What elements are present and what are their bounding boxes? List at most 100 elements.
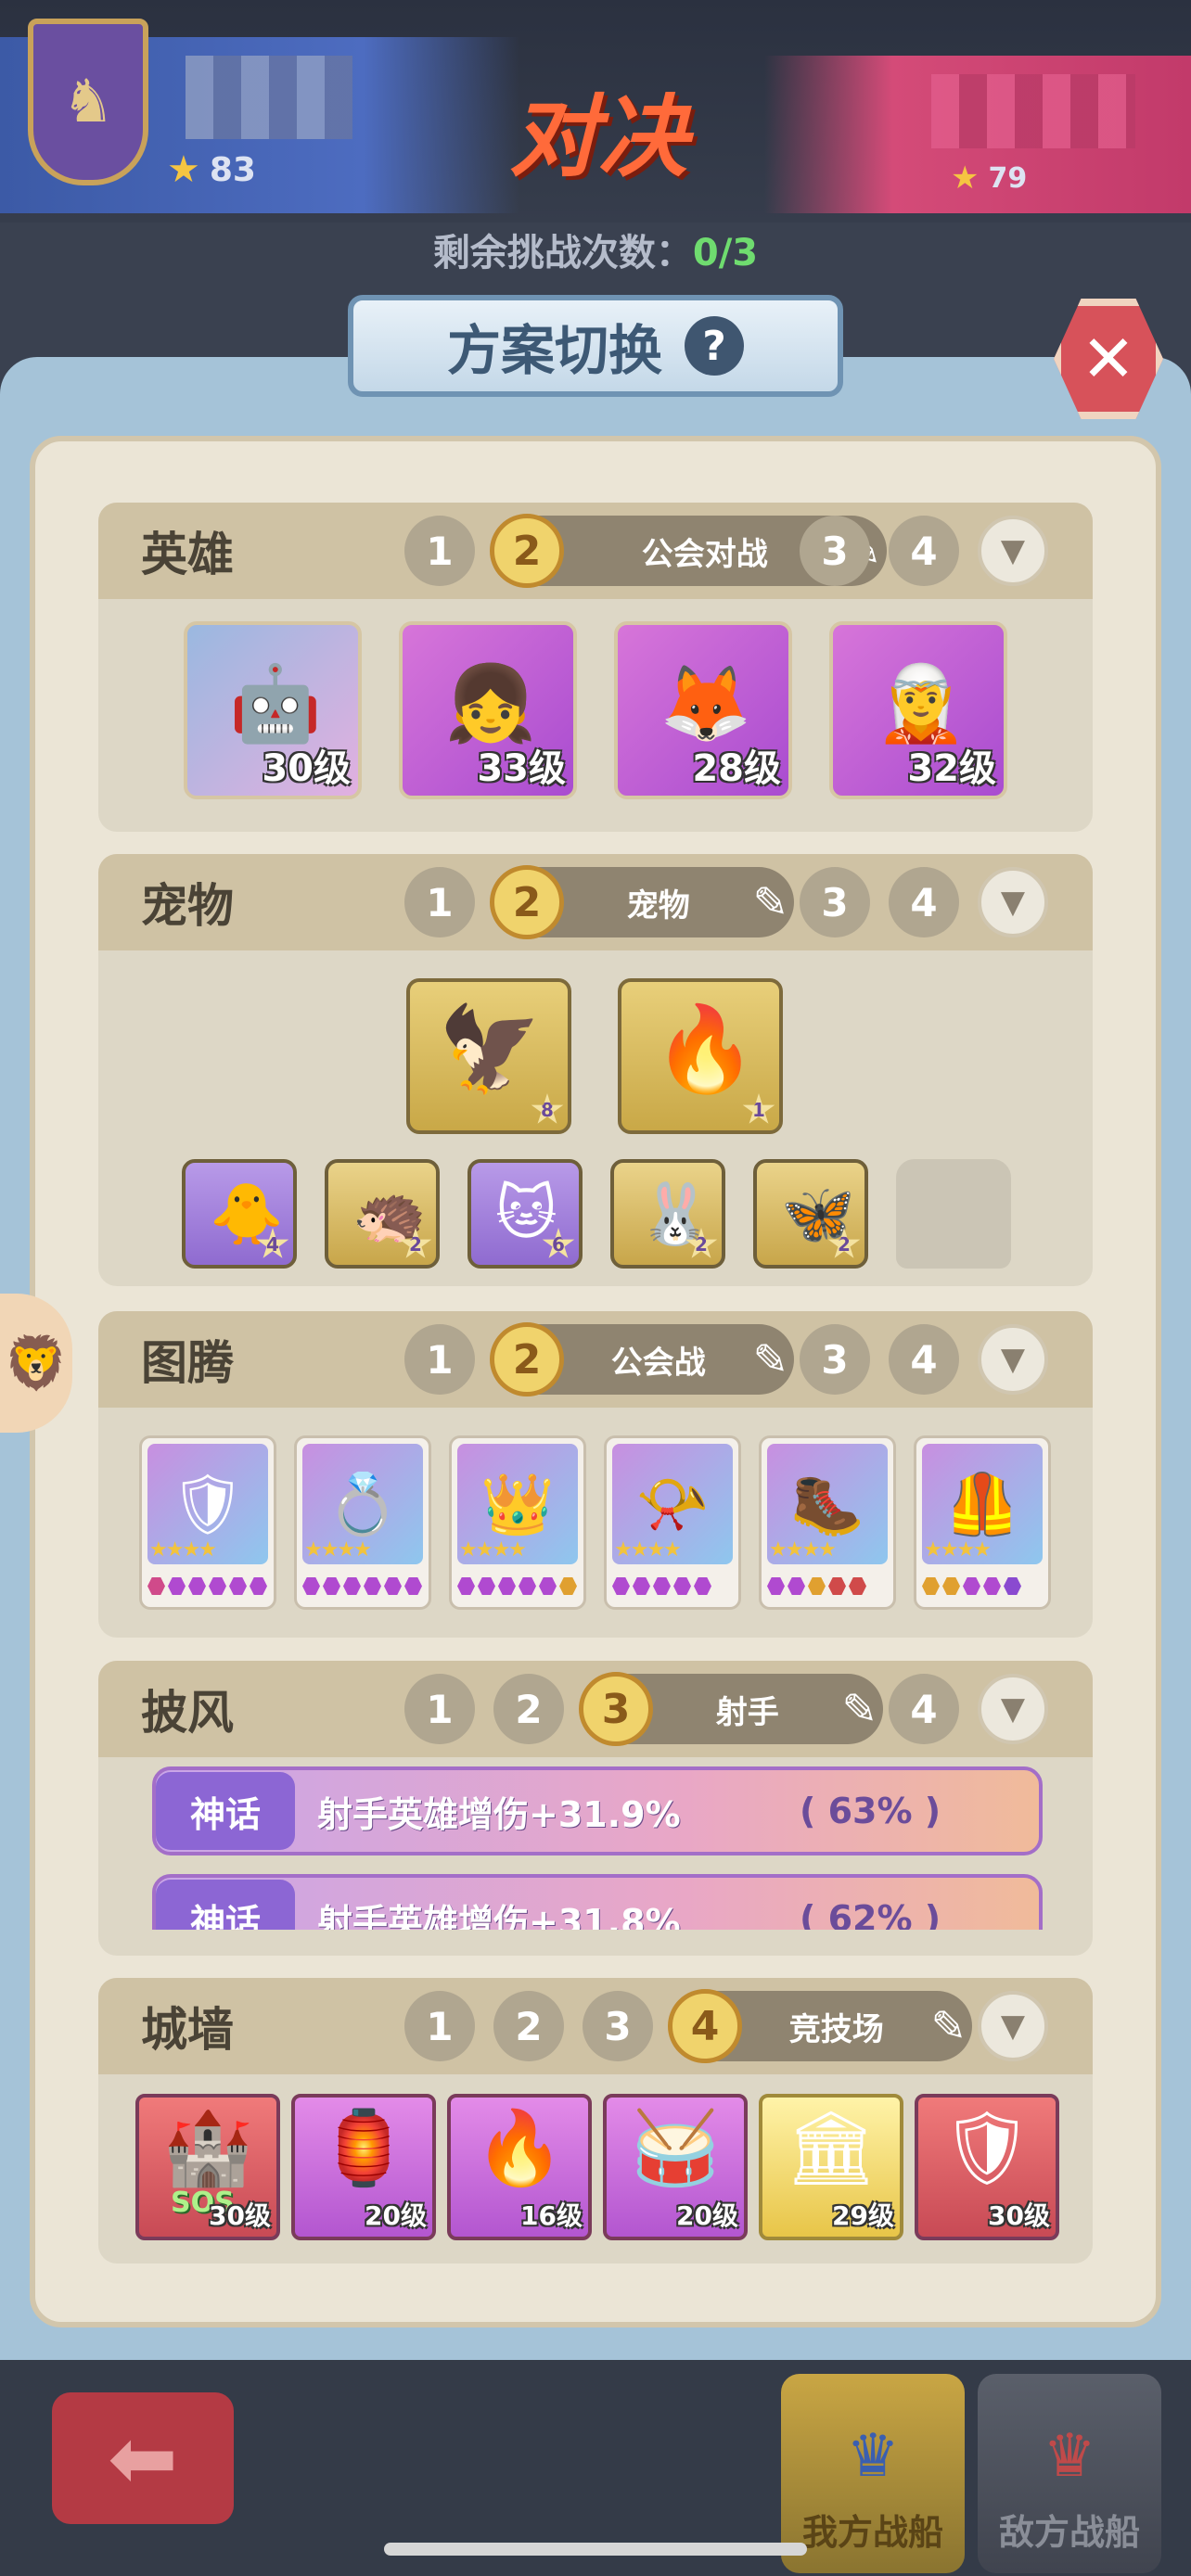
plan-1-button[interactable]: 1	[404, 1324, 475, 1395]
modal-title-tab: 方案切换 ?	[348, 295, 843, 397]
hero-section-header: 英雄 1 2 公会对战 ✎ 3 4 ▼	[98, 503, 1093, 599]
plan-1-button[interactable]: 1	[404, 1991, 475, 2061]
enemy-score: ★ 79	[951, 159, 1028, 197]
pet-small-card[interactable]: 🐥 4	[182, 1159, 297, 1269]
chevron-down-icon[interactable]: ▼	[978, 1991, 1048, 2061]
totem-card[interactable]: 🦺 ★★★★	[914, 1435, 1051, 1610]
modal-title: 方案切换	[446, 319, 662, 382]
plan-2-button[interactable]: 2	[493, 1674, 564, 1744]
drum-icon: 🥁	[630, 2107, 721, 2190]
star-icon: ★	[951, 159, 980, 197]
plan-4-selected[interactable]: 4 竞技场 ✎	[668, 1989, 972, 2063]
section-title: 披风	[141, 1686, 234, 1740]
chevron-down-icon[interactable]: ▼	[978, 1324, 1048, 1395]
plan-3-button[interactable]: 3	[800, 867, 870, 937]
cape-effect: 射手英雄增伤+31.9%	[317, 1793, 681, 1835]
cape-row[interactable]: 神话 射手英雄增伤+31.8% ( 62% )	[152, 1874, 1043, 1930]
feather-icon[interactable]: ✎	[752, 877, 788, 927]
hero-card[interactable]: 🦊 28级	[614, 621, 792, 799]
hero-card[interactable]: 🧝 32级	[829, 621, 1007, 799]
plan-2-selected[interactable]: 2 宠物 ✎	[490, 865, 794, 939]
feather-icon[interactable]: ✎	[752, 1334, 788, 1384]
enemy-ship-button[interactable]: ♛ 敌方战船	[978, 2374, 1161, 2573]
back-arrow-icon[interactable]: ⬅	[52, 2392, 234, 2524]
pet-card[interactable]: 🦅 8	[406, 978, 571, 1134]
eagle-pet-icon: 🦅	[438, 1001, 543, 1098]
wall-section-header: 城墙 1 2 3 4 竞技场 ✎ ▼	[98, 1978, 1093, 2074]
star-icon: ★★★★	[304, 1538, 372, 1562]
plan-2-selected[interactable]: 2 公会战 ✎	[490, 1322, 794, 1396]
section-title: 城墙	[141, 2003, 234, 2057]
wall-card[interactable]: 🏮 20级	[291, 2094, 436, 2240]
totem-card[interactable]: 👑 ★★★★	[449, 1435, 586, 1610]
plan-3-button[interactable]: 3	[800, 516, 870, 586]
wall-card[interactable]: 🏛 29级	[759, 2094, 903, 2240]
pet-card[interactable]: 🔥 1	[618, 978, 783, 1134]
totem-card[interactable]: 🥾 ★★★★	[759, 1435, 896, 1610]
plan-4-button[interactable]: 4	[889, 1674, 959, 1744]
plan-4-button[interactable]: 4	[889, 516, 959, 586]
plan-3-selected[interactable]: 3 射手 ✎	[579, 1672, 883, 1746]
vs-logo: 对决	[509, 85, 687, 189]
pet-small-card[interactable]: 🦔 2	[325, 1159, 440, 1269]
home-indicator[interactable]	[384, 2543, 807, 2556]
cape-section: 披风 1 2 3 射手 ✎ 4 ▼ 神话 射手英雄增伤+31.9% ( 63% …	[98, 1661, 1093, 1956]
player-name-blurred	[186, 56, 352, 139]
plan-1-button[interactable]: 1	[404, 516, 475, 586]
plan-4-button[interactable]: 4	[889, 1324, 959, 1395]
totem-card[interactable]: 📯 ★★★★	[604, 1435, 741, 1610]
portal-icon: 🏛	[785, 2107, 877, 2190]
star-icon: ★★★★	[924, 1538, 992, 1562]
top-bar: ♞ ★ 83 ★ 79 对决	[0, 0, 1191, 223]
chevron-down-icon[interactable]: ▼	[978, 516, 1048, 586]
hero-card[interactable]: 🤖 30级	[184, 621, 362, 799]
remaining-challenges: 剩余挑战次数：0/3	[432, 232, 759, 274]
plan-4-button[interactable]: 4	[889, 867, 959, 937]
pet-small-card[interactable]: 🐰 2	[610, 1159, 725, 1269]
pet-small-card[interactable]: 🐱 6	[467, 1159, 583, 1269]
star-icon: ★★★★	[614, 1538, 682, 1562]
section-title: 宠物	[141, 879, 234, 933]
plan-1-button[interactable]: 1	[404, 867, 475, 937]
totem-card[interactable]: 🛡 ★★★★	[139, 1435, 276, 1610]
fire-altar-icon: 🔥	[474, 2107, 565, 2190]
rarity-tag: 神话	[156, 1880, 295, 1930]
totem-section-header: 图腾 1 2 公会战 ✎ 3 4 ▼	[98, 1311, 1093, 1408]
gate-icon: 🏰	[162, 2107, 253, 2190]
totem-card[interactable]: 💍 ★★★★	[294, 1435, 431, 1610]
pet-icon: 🐱	[495, 1180, 557, 1248]
cape-row[interactable]: 神话 射手英雄增伤+31.9% ( 63% )	[152, 1766, 1043, 1855]
pet-small-card[interactable]: 🦋 2	[753, 1159, 868, 1269]
wall-card[interactable]: 🛡 30级	[915, 2094, 1059, 2240]
guild-emblem-icon: ♞	[28, 19, 148, 185]
wall-card[interactable]: 🔥 16级	[447, 2094, 592, 2240]
my-ship-button[interactable]: ♛ 我方战船	[781, 2374, 965, 2573]
wall-card[interactable]: 🏰 SOS 30级	[135, 2094, 280, 2240]
cape-list[interactable]: 神话 射手英雄增伤+31.9% ( 63% ) 神话 射手英雄增伤+31.8% …	[98, 1757, 1093, 1930]
rarity-tag: 神话	[156, 1772, 295, 1850]
cape-section-header: 披风 1 2 3 射手 ✎ 4 ▼	[98, 1661, 1093, 1757]
plan-2-button[interactable]: 2	[493, 1991, 564, 2061]
crown-icon: ♛	[846, 2422, 900, 2491]
wall-card[interactable]: 🥁 20级	[603, 2094, 748, 2240]
star-icon: ★★★★	[459, 1538, 527, 1562]
empty-pet-slot[interactable]	[896, 1159, 1011, 1269]
star-icon: ★	[167, 148, 200, 191]
feather-icon[interactable]: ✎	[930, 2001, 967, 2051]
section-title: 图腾	[141, 1336, 234, 1390]
cape-percent: ( 63% )	[800, 1791, 941, 1831]
star-icon: ★★★★	[149, 1538, 217, 1562]
help-icon[interactable]: ?	[685, 316, 744, 376]
cape-percent: ( 62% )	[800, 1898, 941, 1930]
hero-card[interactable]: 👧 33级	[399, 621, 577, 799]
chevron-down-icon[interactable]: ▼	[978, 1674, 1048, 1744]
pet-section-header: 宠物 1 2 宠物 ✎ 3 4 ▼	[98, 854, 1093, 950]
plan-1-button[interactable]: 1	[404, 1674, 475, 1744]
chevron-down-icon[interactable]: ▼	[978, 867, 1048, 937]
feather-icon[interactable]: ✎	[841, 1684, 877, 1734]
crown-icon: ♛	[1043, 2422, 1096, 2491]
plan-3-button[interactable]: 3	[583, 1991, 653, 2061]
shield-icon: 🛡	[941, 2107, 1033, 2190]
plan-3-button[interactable]: 3	[800, 1324, 870, 1395]
star-icon: ★★★★	[769, 1538, 837, 1562]
